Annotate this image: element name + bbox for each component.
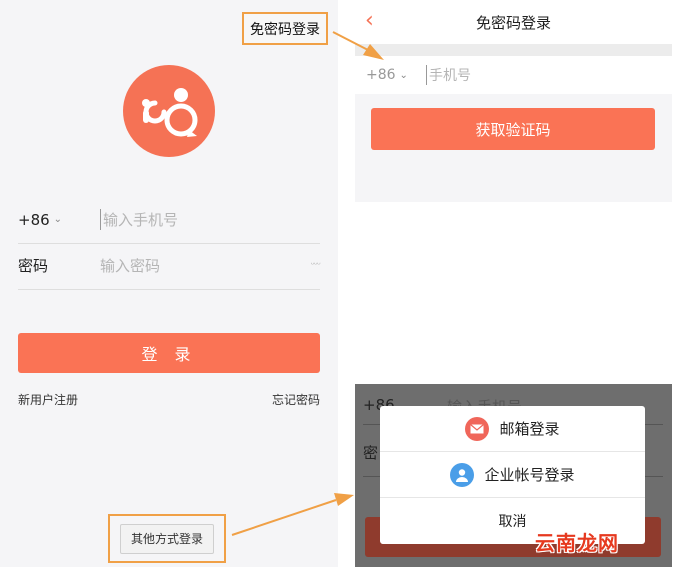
get-code-button[interactable]: 获取验证码 (371, 108, 655, 150)
app-logo (123, 65, 215, 157)
phone-input[interactable]: 手机号 (426, 65, 672, 85)
password-free-login-screen: ‹ 免密码登录 +86 ⌄ 手机号 获取验证码 (355, 0, 672, 202)
chevron-left-icon[interactable]: ‹ (365, 9, 374, 33)
country-code-selector[interactable]: +86 ⌄ (366, 67, 426, 83)
chevron-down-icon: ⌄ (399, 69, 408, 81)
chat-people-icon (142, 88, 198, 137)
watermark: 云南龙网 (535, 531, 619, 555)
password-input[interactable]: 输入密码 (100, 255, 311, 276)
register-link[interactable]: 新用户注册 (18, 391, 78, 408)
enterprise-login-option[interactable]: 企业帐号登录 (380, 452, 645, 498)
login-button[interactable]: 登 录 (18, 333, 320, 373)
password-free-login-link[interactable]: 免密码登录 (242, 12, 328, 45)
login-options-sheet: 邮箱登录 企业帐号登录 取消 (380, 406, 645, 544)
phone-input[interactable]: 输入手机号 (100, 209, 320, 230)
country-code-selector[interactable]: +86 ⌄ (18, 211, 100, 229)
page-title: 免密码登录 (475, 13, 551, 32)
nav-bar: ‹ 免密码登录 (355, 0, 672, 44)
other-login-button[interactable]: 其他方式登录 (120, 523, 214, 554)
user-icon (450, 462, 475, 487)
other-login-screen: +86 输入手机号 密 邮箱登录 企业帐号登录 取消 (355, 384, 672, 567)
chevron-down-icon: ⌄ (53, 214, 63, 225)
country-code: +86 (18, 210, 50, 229)
password-row: 密码 输入密码 ᵕᵕᵕ (18, 242, 321, 290)
phone-row: +86 ⌄ 手机号 (355, 56, 672, 94)
forgot-password-link[interactable]: 忘记密码 (272, 391, 320, 408)
other-login-highlight: 其他方式登录 (108, 514, 226, 563)
country-code: +86 (366, 67, 396, 83)
eye-closed-icon[interactable]: ᵕᵕᵕ (311, 260, 321, 271)
enterprise-login-label: 企业帐号登录 (484, 466, 575, 484)
password-label: 密码 (18, 257, 49, 275)
phone-row: +86 ⌄ 输入手机号 (18, 196, 320, 244)
login-screen: 免密码登录 +86 ⌄ 输入手机号 密码 输入密码 ᵕᵕᵕ 登 录 新用户注册 … (0, 0, 338, 567)
email-login-label: 邮箱登录 (499, 420, 560, 438)
divider (355, 44, 672, 56)
mail-icon (465, 416, 490, 441)
password-label: 密 (363, 444, 379, 462)
cancel-label: 取消 (498, 514, 527, 530)
email-login-option[interactable]: 邮箱登录 (380, 406, 645, 452)
